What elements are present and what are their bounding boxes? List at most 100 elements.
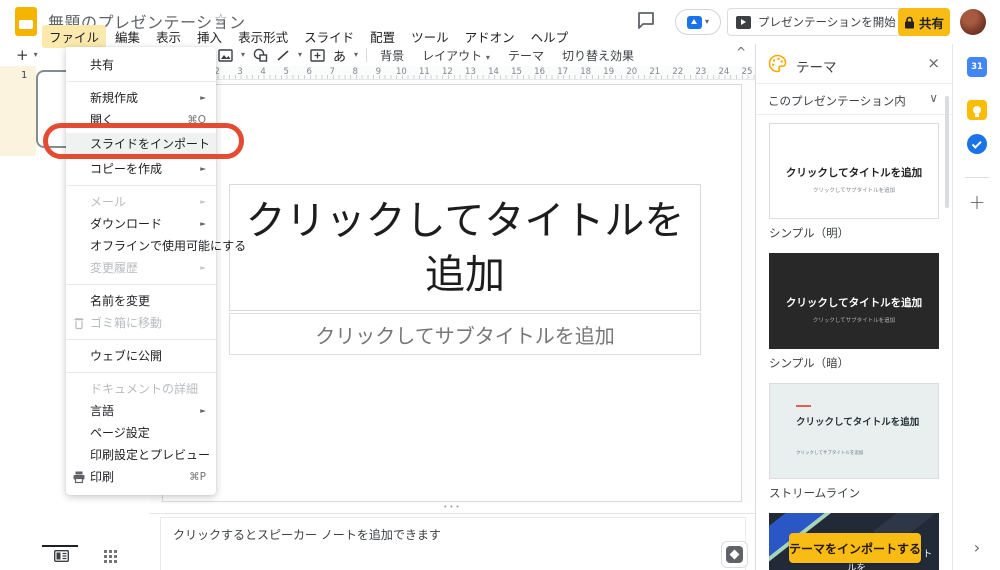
file-menu-item[interactable]: 言語 ► bbox=[66, 400, 216, 422]
theme-panel-scrollbar[interactable] bbox=[945, 96, 949, 208]
menubar-item[interactable]: 配置 bbox=[363, 25, 402, 48]
menubar-item[interactable]: ツール bbox=[404, 25, 456, 48]
add-addon-button[interactable]: + bbox=[953, 190, 1000, 214]
tasks-icon[interactable] bbox=[967, 134, 987, 154]
theme-card-title: クリックしてタイトルを追加 bbox=[785, 167, 923, 180]
slides-app-icon[interactable] bbox=[15, 7, 37, 36]
theme-card-subtitle: クリックしてサブタイトルを追加 bbox=[812, 188, 896, 195]
collapse-panel-icon[interactable]: › bbox=[953, 538, 1000, 557]
screen-share-icon bbox=[686, 15, 702, 29]
file-menu-item[interactable]: スライドをインポート bbox=[66, 133, 216, 155]
file-menu-item-label: スライドをインポート bbox=[90, 137, 211, 151]
file-menu-item[interactable]: ダウンロード ► bbox=[66, 213, 216, 235]
insert-line-icon[interactable] bbox=[276, 49, 290, 62]
current-slide[interactable]: クリックしてタイトルを追加 クリックしてサブタイトルを追加 bbox=[162, 84, 742, 502]
menu-divider bbox=[66, 339, 216, 340]
start-presentation-button[interactable]: プレゼンテーションを開始 ▾ bbox=[727, 8, 923, 36]
menubar-item[interactable]: 表示 bbox=[149, 25, 188, 48]
subtitle-placeholder-text: クリックしてサブタイトルを追加 bbox=[315, 324, 615, 348]
submenu-arrow-icon: ► bbox=[200, 219, 206, 228]
grid-view-icon[interactable] bbox=[104, 550, 117, 563]
file-menu-item[interactable]: 変更履歴 ► bbox=[66, 257, 216, 279]
file-menu-dropdown: 共有 新規作成 ► 開く ⌘O スライドをインポート コピーを作成 ► メール ► ダウンロード ► オ… bbox=[66, 47, 246, 495]
collapse-toolbar-icon[interactable]: ^ bbox=[736, 45, 746, 59]
chevron-down-icon[interactable]: ▾ bbox=[241, 51, 245, 59]
submenu-arrow-icon: ► bbox=[200, 93, 206, 102]
title-placeholder[interactable]: クリックしてタイトルを追加 bbox=[229, 184, 701, 311]
insert-textbox-icon[interactable] bbox=[310, 48, 325, 62]
chevron-down-icon: ∨ bbox=[929, 91, 938, 105]
menubar-item[interactable]: スライド bbox=[297, 25, 361, 48]
chevron-down-icon[interactable]: ▾ bbox=[354, 51, 358, 59]
file-menu-item[interactable]: ゴミ箱に移動 bbox=[66, 312, 216, 334]
workspace-side-rail: 31 + › bbox=[952, 44, 1000, 570]
menubar-item[interactable]: ヘルプ bbox=[524, 25, 576, 48]
submenu-arrow-icon: ► bbox=[200, 263, 206, 272]
file-menu-item[interactable]: 開く ⌘O bbox=[66, 109, 216, 131]
ruler-number: 10 bbox=[395, 67, 407, 77]
menu-shortcut: ⌘O bbox=[187, 114, 206, 126]
file-menu-item[interactable]: ページ設定 bbox=[66, 422, 216, 444]
theme-accent-dash bbox=[796, 404, 811, 407]
chevron-down-icon[interactable]: ▾ bbox=[298, 51, 302, 59]
present-to-meet-button[interactable]: ▾ bbox=[675, 9, 721, 35]
submenu-arrow-icon: ► bbox=[200, 406, 206, 415]
import-theme-button[interactable]: テーマをインポートする bbox=[789, 533, 921, 563]
menu-divider bbox=[66, 185, 216, 186]
share-button[interactable]: 共有 bbox=[898, 8, 950, 36]
explore-button[interactable] bbox=[721, 541, 748, 568]
file-menu-item[interactable]: 印刷設定とプレビュー bbox=[66, 444, 216, 466]
insert-image-icon[interactable] bbox=[218, 48, 233, 62]
theme-card-light[interactable]: クリックしてタイトルを追加クリックしてサブタイトルを追加 bbox=[769, 123, 939, 219]
file-menu-item-label: ページ設定 bbox=[90, 426, 150, 440]
slide-canvas: クリックしてタイトルを追加 クリックしてサブタイトルを追加 bbox=[150, 80, 755, 504]
menu-divider bbox=[66, 284, 216, 285]
theme-card-subtitle: クリックしてサブタイトルを追加 bbox=[796, 450, 864, 456]
new-slide-button[interactable]: + ▾ bbox=[16, 46, 38, 64]
filmstrip-footer bbox=[0, 540, 150, 570]
menubar-item[interactable]: 挿入 bbox=[190, 25, 229, 48]
file-menu-item[interactable]: ウェブに公開 bbox=[66, 345, 216, 367]
file-menu-item[interactable]: オフラインで使用可能にする bbox=[66, 235, 246, 257]
account-avatar[interactable] bbox=[960, 9, 986, 35]
subtitle-placeholder[interactable]: クリックしてサブタイトルを追加 bbox=[229, 313, 701, 355]
theme-section-header[interactable]: このプレゼンテーション内 ∨ bbox=[756, 84, 952, 115]
file-menu-item[interactable]: 新規作成 ► bbox=[66, 87, 216, 109]
theme-card-subtitle: クリックしてサブタイトルを追加 bbox=[812, 318, 896, 325]
menubar-item[interactable]: 表示形式 bbox=[231, 25, 295, 48]
theme-card-dark[interactable]: クリックしてタイトルを追加 クリックしてサブタイトルを追加 bbox=[769, 253, 939, 349]
menubar-item[interactable]: ファイル bbox=[42, 25, 107, 48]
menu-divider bbox=[66, 372, 216, 373]
theme-card-streamline[interactable]: クリックしてタイトルを追加 クリックしてサブタイトルを追加 bbox=[769, 383, 939, 479]
keep-icon[interactable] bbox=[967, 100, 987, 120]
insert-shape-icon[interactable] bbox=[253, 48, 268, 62]
filmstrip-view-icon[interactable] bbox=[54, 550, 69, 562]
file-menu-item-label: 言語 bbox=[90, 404, 115, 418]
ruler-number: 25 bbox=[741, 67, 753, 77]
file-menu-item[interactable]: コピーを作成 ► bbox=[66, 158, 216, 180]
speaker-notes-input[interactable]: クリックするとスピーカー ノートを追加できます bbox=[160, 517, 748, 570]
file-menu-item[interactable]: 印刷 ⌘P bbox=[66, 466, 216, 488]
file-menu-item-label: ウェブに公開 bbox=[90, 349, 163, 363]
calendar-icon[interactable]: 31 bbox=[967, 57, 987, 77]
menubar-item[interactable]: アドオン bbox=[458, 25, 522, 48]
file-menu-item[interactable]: 名前を変更 bbox=[66, 290, 216, 312]
file-menu-item-label: ドキュメントの詳細 bbox=[90, 382, 199, 396]
comment-history-icon[interactable] bbox=[637, 11, 657, 30]
submenu-arrow-icon: ► bbox=[200, 197, 206, 206]
palette-icon bbox=[768, 54, 787, 73]
file-menu-item-label: 変更履歴 bbox=[90, 261, 139, 275]
close-icon[interactable]: × bbox=[927, 54, 940, 72]
horizontal-ruler: 1234567891011121314151617181920212223242… bbox=[160, 66, 755, 80]
notes-resize-handle[interactable]: ••• bbox=[150, 503, 755, 513]
file-menu-item-label: コピーを作成 bbox=[90, 162, 163, 176]
file-menu-item[interactable]: 共有 bbox=[66, 54, 216, 76]
ruler-number: 11 bbox=[418, 67, 430, 77]
title-placeholder-text: クリックしてタイトルを追加 bbox=[245, 197, 685, 298]
ruler-number: 4 bbox=[260, 67, 266, 77]
text-format-tool[interactable]: あ bbox=[333, 46, 346, 65]
menubar-item[interactable]: 編集 bbox=[108, 25, 147, 48]
file-menu-item[interactable]: メール ► bbox=[66, 191, 216, 213]
file-menu-item[interactable]: ドキュメントの詳細 bbox=[66, 378, 216, 400]
toolbar-divider bbox=[366, 48, 368, 62]
